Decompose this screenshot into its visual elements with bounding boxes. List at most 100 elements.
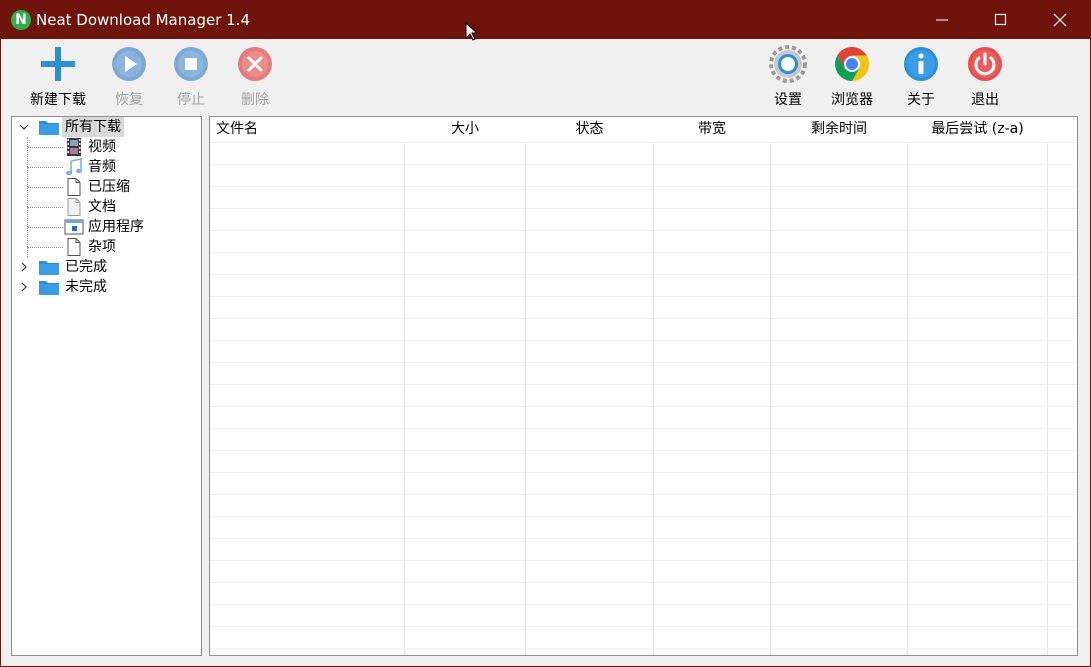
row-gridline [210,362,1077,363]
column-header-time-left[interactable]: 剩余时间 [771,117,907,142]
row-gridline [210,252,1077,253]
row-gridline [210,494,1077,495]
tree-item-video[interactable]: 视频 [64,137,184,157]
tree-item-documents[interactable]: 文档 [64,197,184,217]
title-bar[interactable]: N Neat Download Manager 1.4 [1,1,1090,41]
tree-item-incomplete[interactable]: 未完成 [17,277,187,297]
tree-item-all-downloads[interactable]: 所有下载 [17,117,187,137]
row-gridline [210,604,1077,605]
row-gridline [210,450,1077,451]
chevron-right-icon[interactable] [19,262,29,272]
tree-connector [27,167,63,168]
stop-button[interactable]: 停止 [167,39,215,113]
toolbar: 新建下载 恢复 停止 删除 设置 浏览器 关于 退出 [1,39,1090,113]
delete-label: 删除 [241,92,269,108]
column-divider [770,117,771,655]
tree-label-incomplete: 未完成 [65,279,107,295]
tree-label-completed: 已完成 [65,259,107,275]
row-gridline [210,428,1077,429]
about-button[interactable]: 关于 [897,39,945,113]
column-header-status[interactable]: 状态 [526,117,653,142]
row-gridline [210,296,1077,297]
play-icon [112,47,146,81]
plus-icon [41,47,75,81]
file-icon [67,178,81,196]
app-logo-icon: N [11,10,31,30]
column-header-filename[interactable]: 文件名 [216,117,401,142]
tree-label-all-downloads: 所有下载 [62,117,124,137]
row-gridline [210,538,1077,539]
tree-connector [27,187,63,188]
row-gridline [210,208,1077,209]
minimize-icon [936,19,948,21]
row-gridline [210,582,1077,583]
tree-item-misc[interactable]: 杂项 [64,237,184,257]
tree-item-applications[interactable]: 应用程序 [64,217,184,237]
tree-label-compressed: 已压缩 [88,179,130,195]
close-button[interactable] [1031,1,1089,39]
row-gridline [210,274,1077,275]
tree-label-video: 视频 [88,139,116,155]
new-download-button[interactable]: 新建下载 [23,39,93,113]
minimize-button[interactable] [914,1,972,39]
tree-connector [27,207,63,208]
list-header: 文件名 大小 状态 带宽 剩余时间 最后尝试 (z-a) [210,117,1077,142]
tree-connector [27,247,63,248]
tree-label-misc: 杂项 [88,239,116,255]
row-gridline [210,384,1077,385]
chevron-right-icon[interactable] [19,282,29,292]
new-download-label: 新建下载 [30,92,86,108]
column-divider [525,117,526,655]
delete-button[interactable]: 删除 [231,39,279,113]
column-divider [404,117,405,655]
folder-icon [39,121,59,135]
tree-item-audio[interactable]: 音频 [64,157,184,177]
resume-button[interactable]: 恢复 [105,39,153,113]
tree-label-documents: 文档 [88,199,116,215]
gear-icon [769,45,807,83]
row-gridline [210,142,1077,143]
about-label: 关于 [907,92,935,108]
chevron-down-icon[interactable] [19,122,29,132]
tree-label-applications: 应用程序 [88,219,144,235]
tree-item-completed[interactable]: 已完成 [17,257,187,277]
settings-button[interactable]: 设置 [764,39,812,113]
row-gridline [210,472,1077,473]
tree-item-compressed[interactable]: 已压缩 [64,177,184,197]
folder-icon [39,281,59,295]
tree-label-audio: 音频 [88,159,116,175]
document-icon [67,198,81,216]
browser-button[interactable]: 浏览器 [823,39,881,113]
column-header-size[interactable]: 大小 [405,117,525,142]
resume-label: 恢复 [115,92,143,108]
stop-label: 停止 [177,92,205,108]
row-gridline [210,406,1077,407]
app-logo-letter: N [15,12,27,28]
settings-label: 设置 [774,92,802,108]
application-icon [64,219,84,235]
download-list[interactable]: 文件名 大小 状态 带宽 剩余时间 最后尝试 (z-a) [209,116,1078,656]
browser-label: 浏览器 [831,92,873,108]
row-gridline [210,164,1077,165]
maximize-icon [994,13,1007,26]
column-header-last-try[interactable]: 最后尝试 (z-a) [908,117,1047,142]
maximize-button[interactable] [972,1,1030,39]
window-title: Neat Download Manager 1.4 [36,11,250,29]
row-gridline [210,560,1077,561]
folder-icon [39,261,59,275]
tree-connector [27,227,63,228]
row-gridline [210,230,1077,231]
column-header-bandwidth[interactable]: 带宽 [654,117,770,142]
music-note-icon [66,158,82,176]
delete-icon [238,47,272,81]
row-gridline [210,318,1077,319]
row-gridline [210,340,1077,341]
tree-connector [27,137,28,257]
exit-label: 退出 [971,92,999,108]
row-gridline [210,186,1077,187]
row-gridline [210,626,1077,627]
tree-connector [27,147,63,148]
info-icon [904,47,938,81]
exit-button[interactable]: 退出 [961,39,1009,113]
app-window: N Neat Download Manager 1.4 新建下载 恢复 停止 删… [0,0,1091,667]
